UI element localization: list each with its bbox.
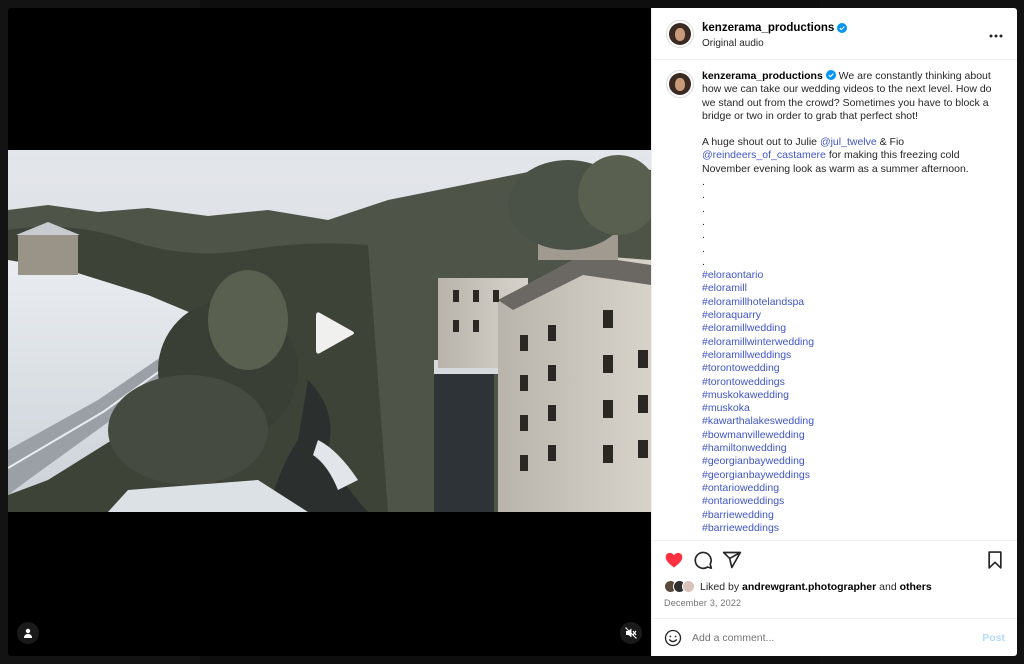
post-media [8,8,651,656]
comment-input[interactable] [692,631,983,644]
hashtag-link[interactable]: #eloramill [702,282,1002,295]
caption-dot: . [702,176,705,189]
hashtag-link[interactable]: #ontarioweddings [702,495,1002,508]
action-bar [664,549,1005,571]
user-tag-icon [24,628,32,638]
hashtag-link[interactable]: #eloramillhotelandspa [702,296,1002,309]
emoji-icon[interactable] [664,629,682,647]
comment-icon[interactable] [693,550,713,570]
liked-by-and: and [879,580,897,593]
caption-dot: . [702,202,705,215]
hashtag-link[interactable]: #torontowedding [702,362,1002,375]
play-button[interactable] [308,308,358,358]
more-options-button[interactable] [989,25,1003,43]
verified-badge-icon [825,70,836,80]
liked-by-user[interactable]: andrewgrant.photographer [742,581,876,593]
shoutout-mid: & Fio [879,136,905,149]
liked-by-prefix: Liked by [700,580,740,593]
avatar [669,22,691,45]
hashtag-link[interactable]: #hamiltonwedding [702,442,1002,455]
post-header: kenzerama_productions Original audio [652,8,1017,60]
mention-link[interactable]: @reindeers_of_castamere [702,149,826,161]
post-details-panel: kenzerama_productions Original audio ken… [651,8,1017,656]
post-modal: kenzerama_productions Original audio ken… [8,8,1017,656]
mention-link[interactable]: @jul_twelve [820,136,877,148]
hashtag-link[interactable]: #barriewedding [702,509,1002,522]
caption-section: kenzerama_productions We are constantly … [652,60,1017,540]
hashtag-link[interactable]: #muskoka [702,402,1002,415]
tagged-users-button[interactable] [17,622,39,644]
caption-dot: . [702,229,705,242]
mute-toggle-button[interactable] [620,622,642,644]
hashtag-link[interactable]: #georgianbaywedding [702,455,1002,468]
audio-link[interactable]: Original audio [702,38,989,49]
author-avatar-ring[interactable] [666,19,694,48]
hashtag-link[interactable]: #barrieweddings [702,522,1002,535]
play-icon [316,312,354,354]
avatar [669,73,691,95]
caption-username[interactable]: kenzerama_productions [702,70,823,82]
hashtag-link[interactable]: #eloramillwedding [702,322,1002,335]
caption-dots: ....... [702,176,1002,269]
caption-dot: . [702,189,705,202]
more-dots-icon [989,34,1003,37]
hashtag-link[interactable]: #torontoweddings [702,376,1002,389]
liked-by-others[interactable]: others [900,581,932,593]
post-header-text: kenzerama_productions Original audio [702,18,989,49]
bookmark-icon[interactable] [985,550,1005,570]
speaker-muted-icon [625,627,637,639]
comment-composer: Post [652,618,1017,656]
hashtag-link[interactable]: #ontariowedding [702,482,1002,495]
shoutout-prefix: A huge shout out to Julie [702,136,818,149]
caption-dot: . [702,242,705,255]
hashtag-link[interactable]: #muskokawedding [702,389,1002,402]
liker-avatars[interactable] [664,580,695,593]
post-date[interactable]: December 3, 2022 [664,598,1005,608]
author-username[interactable]: kenzerama_productions [702,22,848,34]
hashtag-link[interactable]: #bowmanvillewedding [702,429,1002,442]
caption-dot: . [702,255,705,268]
likes-summary: Liked by andrewgrant.photographer and ot… [664,580,1005,593]
caption-avatar-ring[interactable] [666,70,694,98]
heart-icon[interactable] [664,550,684,570]
verified-badge-icon [837,23,848,33]
hashtag-link[interactable]: #georgianbayweddings [702,469,1002,482]
author-username-text[interactable]: kenzerama_productions [702,22,834,34]
post-actions: Liked by andrewgrant.photographer and ot… [652,540,1017,610]
avatar [682,580,695,593]
paper-plane-icon[interactable] [722,550,742,570]
hashtag-link[interactable]: #eloraontario [702,269,1002,282]
post-comment-button[interactable]: Post [982,632,1005,644]
hashtag-link[interactable]: #eloramillwinterwedding [702,336,1002,349]
caption-text: kenzerama_productions We are constantly … [702,70,1002,540]
hashtag-link[interactable]: #eloraquarry [702,309,1002,322]
hashtag-link[interactable]: #kawarthalakeswedding [702,415,1002,428]
caption-dot: . [702,215,705,228]
hashtag-link[interactable]: #eloramillweddings [702,349,1002,362]
hashtag-list: #eloraontario #eloramill #eloramillhotelan… [702,269,1002,535]
